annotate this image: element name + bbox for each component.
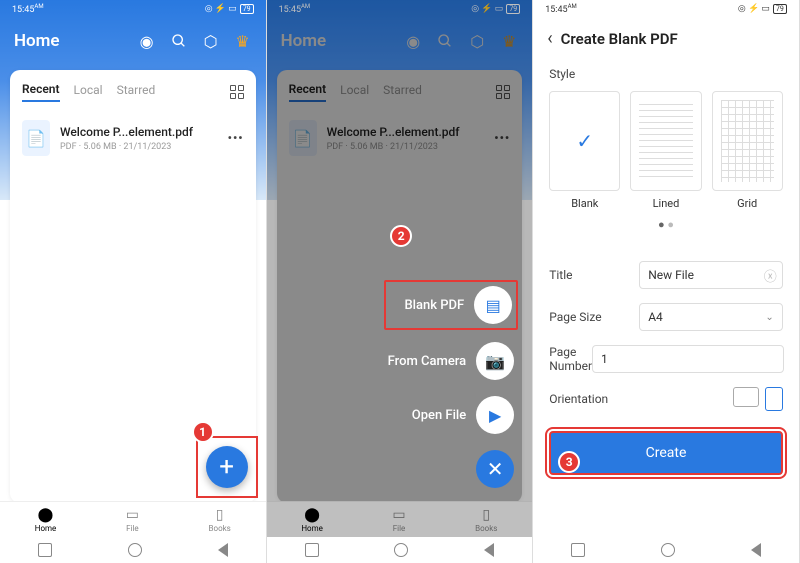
style-lined[interactable]: Lined [630,91,701,210]
nav-home[interactable]: ⬤Home [35,507,57,533]
nav-home-btn[interactable] [394,543,408,557]
step-badge-1: 1 [192,421,214,443]
pagesize-label: Page Size [549,310,639,324]
highlight-box-1 [196,436,258,498]
tab-local[interactable]: Local [74,83,103,101]
fab-close[interactable]: ✕ [388,450,515,488]
pagesize-row: Page Size A4 ⌄ [549,303,783,331]
style-grid[interactable]: Grid [712,91,783,210]
pagenum-row: Page Number [549,345,783,373]
page-title: Home [14,31,60,51]
nav-recent-apps[interactable] [305,543,319,557]
lined-preview [630,91,701,191]
system-navbar [267,537,533,563]
title-row: Title ⓧ [549,261,783,289]
style-blank[interactable]: ✓ Blank [549,91,620,210]
search-icon[interactable] [170,32,188,50]
system-navbar [0,537,266,563]
file-info: Welcome P...element.pdf PDF · 5.06 MB · … [60,125,193,152]
camera-icon: 📷 [476,342,514,380]
tabs: Recent Local Starred [22,82,244,102]
status-right: ◎ ⚡ ▭ 79 [205,4,254,14]
nav-file[interactable]: ▭File [126,507,139,533]
create-header: ‹ Create Blank PDF [533,18,799,59]
file-name: Welcome P...element.pdf [60,125,193,139]
back-icon[interactable]: ‹ [547,28,552,49]
folder-icon: ▶ [476,396,514,434]
header-icons: ◉ ⬡ ♛ [138,32,252,50]
blank-preview: ✓ [549,91,620,191]
menu-label: Blank PDF [404,298,464,313]
status-time: 15:45AM [12,3,44,15]
pagenum-input[interactable] [592,345,784,373]
menu-label: Open File [412,408,466,423]
form-section: Title ⓧ Page Size A4 ⌄ Page Number Orien… [533,247,799,411]
title-label: Title [549,268,639,282]
status-time: 15:45AM [279,3,311,15]
nav-recent-apps[interactable] [38,543,52,557]
clear-icon[interactable]: ⓧ [764,266,777,285]
menu-blank-pdf[interactable]: Blank PDF ▤ [384,280,519,330]
nav-file[interactable]: ▭File [392,507,405,533]
status-bar: 15:45AM ◎ ⚡ ▭ 79 [533,0,799,18]
status-right: ◎ ⚡ ▭ 79 [471,4,520,14]
ai-icon[interactable]: ◉ [138,32,156,50]
tab-recent[interactable]: Recent [22,82,60,102]
nav-back-btn[interactable] [751,543,761,557]
crown-icon[interactable]: ♛ [234,32,252,50]
settings-icon[interactable]: ⬡ [202,32,220,50]
app-header: Home ◉ ⬡ ♛ [0,18,266,64]
bottom-tabbar: ⬤Home ▭File ▯Books [267,501,533,537]
style-label: Style [549,67,783,81]
orientation-label: Orientation [549,392,639,406]
system-navbar [533,537,799,563]
grid-preview [712,91,783,191]
page-title: Create Blank PDF [561,30,678,48]
pagenum-label: Page Number [549,345,592,373]
nav-books[interactable]: ▯Books [209,507,231,533]
nav-home-btn[interactable] [128,543,142,557]
panel-fab-menu: 15:45AM ◎ ⚡ ▭ 79 Home ◉ ⬡ ♛ Recent Local… [267,0,534,563]
panel-home: 15:45AM ◎ ⚡ ▭ 79 Home ◉ ⬡ ♛ Recent Local… [0,0,267,563]
status-bar: 15:45AM ◎ ⚡ ▭ 79 [267,0,533,18]
panel-create-pdf: 15:45AM ◎ ⚡ ▭ 79 ‹ Create Blank PDF Styl… [533,0,800,563]
nav-back-btn[interactable] [484,543,494,557]
menu-from-camera[interactable]: From Camera 📷 [388,342,515,380]
close-icon: ✕ [476,450,514,488]
create-button[interactable]: Create [549,431,783,475]
file-more-icon[interactable]: ••• [228,131,244,145]
portrait-option[interactable] [765,387,783,411]
nav-recent-apps[interactable] [571,543,585,557]
style-options: ✓ Blank Lined Grid [549,91,783,210]
status-time: 15:45AM [545,3,577,15]
tab-starred[interactable]: Starred [117,83,156,101]
style-section: Style ✓ Blank Lined Grid ● ● [533,67,799,239]
nav-home[interactable]: ⬤Home [301,507,323,533]
blank-pdf-icon: ▤ [474,286,512,324]
status-bar: 15:45AM ◎ ⚡ ▭ 79 [0,0,266,18]
bottom-tabbar: ⬤Home ▭File ▯Books [0,501,266,537]
file-meta: PDF · 5.06 MB · 21/11/2023 [60,142,193,152]
nav-back-btn[interactable] [218,543,228,557]
menu-label: From Camera [388,354,467,369]
fab-menu: Blank PDF ▤ From Camera 📷 Open File ▶ ✕ [388,284,515,488]
nav-home-btn[interactable] [661,543,675,557]
landscape-option[interactable] [733,387,759,407]
status-right: ◎ ⚡ ▭ 79 [738,4,787,14]
title-input[interactable] [639,261,783,289]
file-row[interactable]: 📄 Welcome P...element.pdf PDF · 5.06 MB … [22,120,244,156]
nav-books[interactable]: ▯Books [475,507,497,533]
file-icon: 📄 [22,120,50,156]
chevron-down-icon: ⌄ [765,312,773,323]
orientation-toggle [733,387,783,411]
orientation-row: Orientation [549,387,783,411]
menu-open-file[interactable]: Open File ▶ [388,396,515,434]
grid-view-icon[interactable] [230,85,244,99]
page-indicator: ● ● [549,218,783,231]
pagesize-select[interactable]: A4 ⌄ [639,303,783,331]
